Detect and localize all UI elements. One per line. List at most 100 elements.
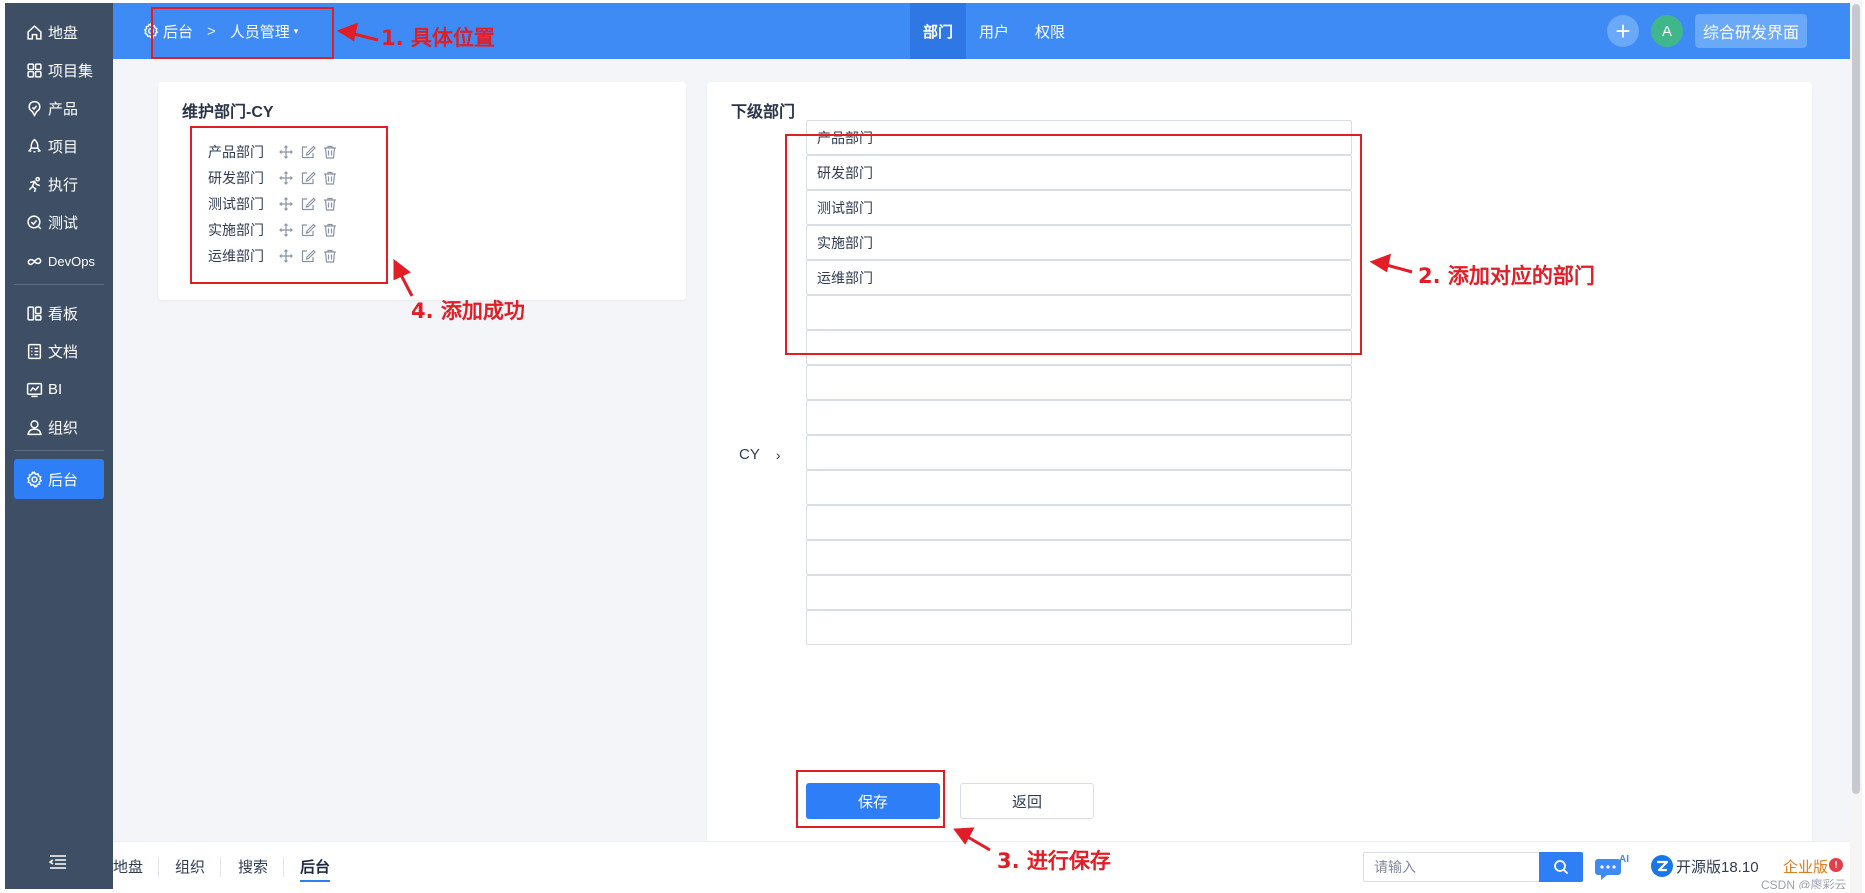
page-scrollbar[interactable] [1850,0,1862,893]
back-button[interactable]: 返回 [960,783,1094,819]
edit-icon[interactable] [300,248,316,264]
add-child-icon[interactable] [278,248,294,264]
sidebar-item-label: 看板 [48,305,79,323]
sub-dept-input[interactable] [806,365,1352,400]
run-icon [28,176,41,192]
edit-icon[interactable] [300,170,316,186]
tree-node-label[interactable]: 运维部门 [208,246,278,266]
infinity-icon [27,257,42,265]
menu-collapse-icon [49,855,66,869]
sub-dept-card: 下级部门 CY › 保存 返回 [707,82,1812,889]
scrollbar-thumb[interactable] [1852,4,1860,794]
ai-chat-icon[interactable]: AI [1595,853,1631,881]
sub-dept-input[interactable] [806,295,1352,330]
sidebar-item-bi[interactable]: BI [14,369,104,409]
bottom-tab-org[interactable]: 组织 [175,856,205,877]
sidebar-divider [14,284,104,285]
sidebar-item-devops[interactable]: DevOps [14,241,104,281]
doc-icon [27,343,42,359]
avatar[interactable]: A [1651,15,1683,47]
breadcrumb-root[interactable]: 后台 [163,21,193,42]
product-icon [28,100,41,117]
parent-dept-name: CY [739,446,760,463]
top-header: 后台 > 人员管理 ▾ 部门 用户 权限 + A 综合研发界面 [113,3,1857,59]
add-child-icon[interactable] [278,222,294,238]
switch-view-button[interactable]: 综合研发界面 [1695,14,1807,48]
enterprise-link[interactable]: 企业版 [1783,856,1828,877]
sub-dept-input[interactable] [806,540,1352,575]
sub-dept-input[interactable] [806,575,1352,610]
tree-node-actions [278,170,338,186]
save-button[interactable]: 保存 [806,783,940,819]
sidebar-item-program[interactable]: 项目集 [14,50,104,90]
bottom-tab-search[interactable]: 搜索 [238,856,268,877]
chevron-down-icon[interactable]: ▾ [294,26,299,37]
tree-node-label[interactable]: 实施部门 [208,220,278,240]
tree-node[interactable]: 实施部门 [208,217,338,243]
tree-node[interactable]: 研发部门 [208,165,338,191]
grid-icon [27,62,42,78]
sub-dept-input[interactable] [806,225,1352,260]
tree-node-actions [278,248,338,264]
tree-node-actions [278,144,338,160]
tree-node[interactable]: 测试部门 [208,191,338,217]
sidebar-item-product[interactable]: 产品 [14,88,104,128]
tab-user[interactable]: 用户 [966,3,1022,59]
card-title: 维护部门-CY [182,104,274,121]
delete-icon[interactable] [322,170,338,186]
sidebar-item-admin[interactable]: 后台 [14,459,104,499]
add-child-icon[interactable] [278,170,294,186]
sidebar-item-test[interactable]: 测试 [14,202,104,242]
edit-icon[interactable] [300,222,316,238]
sidebar-item-label: DevOps [48,253,95,269]
version-label[interactable]: 开源版18.10 [1676,856,1759,877]
delete-icon[interactable] [322,144,338,160]
tree-node-label[interactable]: 测试部门 [208,194,278,214]
sub-dept-input[interactable] [806,435,1352,470]
tab-permission[interactable]: 权限 [1022,3,1078,59]
tab-department[interactable]: 部门 [910,3,967,59]
sub-dept-input[interactable] [806,260,1352,295]
chevron-right-icon: › [775,446,781,463]
sidebar-collapse-button[interactable] [45,849,71,875]
sidebar-item-kanban[interactable]: 看板 [14,293,104,333]
sidebar-item-project[interactable]: 项目 [14,126,104,166]
edit-icon[interactable] [300,144,316,160]
sub-dept-input[interactable] [806,400,1352,435]
bottom-tab-admin[interactable]: 后台 [300,856,331,882]
delete-icon[interactable] [322,196,338,212]
sub-dept-input[interactable] [806,470,1352,505]
kanban-icon [27,305,42,321]
sidebar-item-doc[interactable]: 文档 [14,331,104,371]
delete-icon[interactable] [322,222,338,238]
add-child-icon[interactable] [278,196,294,212]
tree-node-actions [278,222,338,238]
tree-node-label[interactable]: 研发部门 [208,168,278,188]
bottom-tab-dashboard[interactable]: 地盘 [113,856,143,877]
tree-node[interactable]: 产品部门 [208,139,338,165]
sidebar-item-label: 文档 [48,343,79,361]
dept-tree: 产品部门研发部门测试部门实施部门运维部门 [208,139,338,269]
sidebar-item-execution[interactable]: 执行 [14,164,104,204]
sub-dept-input[interactable] [806,155,1352,190]
sidebar: 地盘 项目集 产品 项目 执行 测试 DevOps 看板 文档 BI 组织 后台 [5,3,113,889]
quick-add-button[interactable]: + [1607,15,1639,47]
tree-node-label[interactable]: 产品部门 [208,142,278,162]
sub-dept-input[interactable] [806,190,1352,225]
add-child-icon[interactable] [278,144,294,160]
sub-dept-input[interactable] [806,610,1352,645]
edit-icon[interactable] [300,196,316,212]
search-button[interactable] [1539,852,1583,882]
sub-dept-input[interactable] [806,505,1352,540]
sub-dept-input[interactable] [806,330,1352,365]
card-title: 下级部门 [731,104,796,121]
sub-dept-input[interactable] [806,120,1352,155]
tree-node[interactable]: 运维部门 [208,243,338,269]
delete-icon[interactable] [322,248,338,264]
search-input[interactable] [1363,852,1539,882]
sidebar-item-dashboard[interactable]: 地盘 [14,12,104,52]
breadcrumb-current[interactable]: 人员管理 [230,21,290,42]
gear-icon [26,470,43,488]
sidebar-item-label: 测试 [48,214,79,232]
sidebar-item-org[interactable]: 组织 [14,407,104,447]
